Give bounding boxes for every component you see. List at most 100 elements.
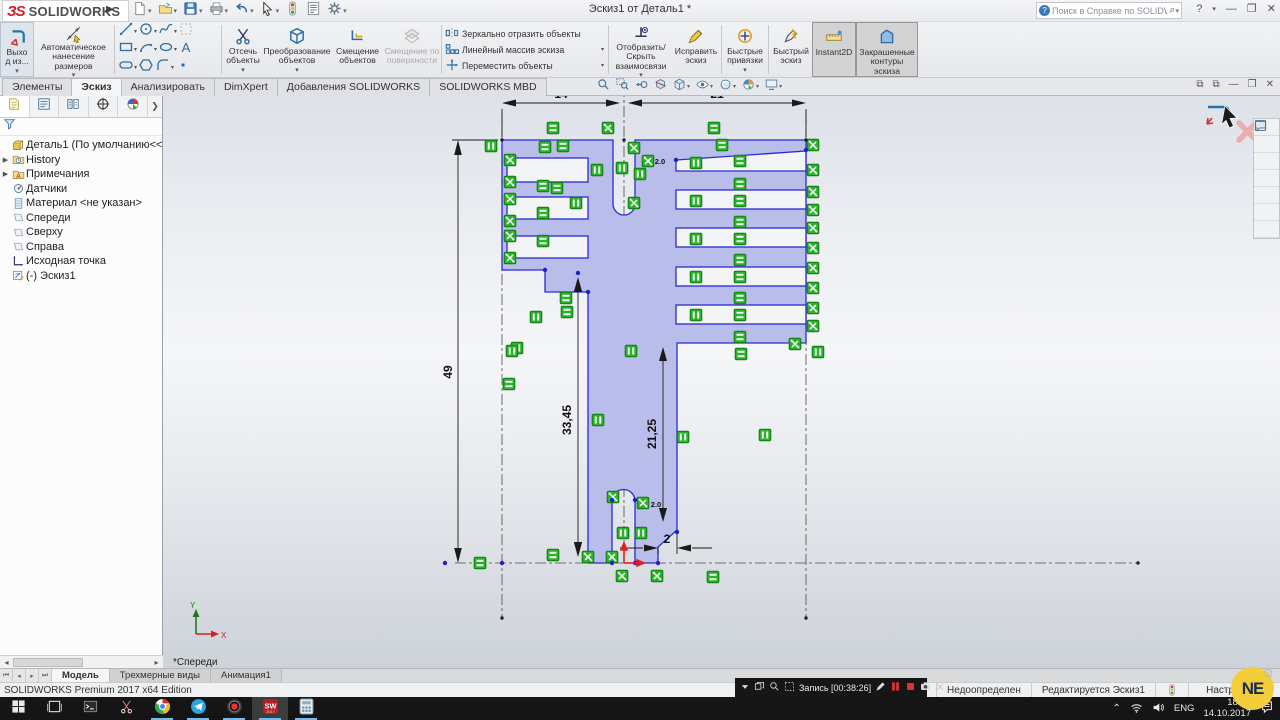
panel-tab-dimxpertmanager[interactable]	[89, 96, 119, 117]
tab-nav-prev-icon[interactable]: ◂	[13, 669, 26, 682]
taskpane-forum-button[interactable]	[1254, 221, 1279, 238]
constraint-coincident-icon[interactable]	[628, 142, 640, 154]
taskpane-design-library-button[interactable]	[1254, 136, 1279, 153]
model-tab-Трехмерные виды[interactable]: Трехмерные виды	[110, 669, 211, 682]
zoom-area-button[interactable]	[616, 78, 629, 96]
endpoint[interactable]	[500, 616, 503, 619]
sketch-point[interactable]	[610, 498, 614, 502]
constraint-vertical-icon[interactable]	[759, 429, 771, 441]
constraint-vertical-icon[interactable]	[690, 195, 702, 207]
constraint-vertical-icon[interactable]	[485, 140, 497, 152]
new-file-button[interactable]: ▾	[130, 1, 154, 21]
hide-show-items-button[interactable]: ▾	[696, 78, 713, 96]
file-properties-button[interactable]	[304, 1, 323, 21]
view-settings-button[interactable]: ▾	[765, 78, 782, 96]
constraint-vertical-icon[interactable]	[690, 233, 702, 245]
taskbar-snip-button[interactable]	[108, 697, 144, 720]
panel-horizontal-scrollbar[interactable]: ◂ ▸	[0, 655, 163, 668]
tree-item-Исходная-точка[interactable]: Исходная точка	[0, 254, 162, 269]
sketch-point[interactable]	[543, 268, 547, 272]
select-cursor-button[interactable]: ▾	[258, 1, 282, 21]
endpoint[interactable]	[804, 138, 807, 141]
taskpane-file-explorer-button[interactable]	[1254, 153, 1279, 170]
scene-button[interactable]: ▾	[742, 78, 759, 96]
sketch-point[interactable]	[633, 498, 637, 502]
constraint-coincident-icon[interactable]	[602, 122, 614, 134]
taskbar-cmd-button[interactable]	[72, 697, 108, 720]
instant2d-button[interactable]: Instant2D	[812, 22, 856, 77]
constraint-horizontal-icon[interactable]	[557, 140, 569, 152]
shaded-sketch-contours-button[interactable]: Закрашенные контуры эскиза	[856, 22, 918, 77]
recorder-camera-icon[interactable]	[920, 679, 931, 697]
model-tab-Модель[interactable]: Модель	[52, 669, 110, 682]
tab-nav-next-icon[interactable]: ▸	[26, 669, 39, 682]
constraint-horizontal-icon[interactable]	[734, 178, 746, 190]
tree-item-Материал-не-указан-[interactable]: Материал <не указан>	[0, 196, 162, 211]
sketch-point[interactable]	[804, 148, 808, 152]
constraint-vertical-icon[interactable]	[592, 414, 604, 426]
recorder-close-icon[interactable]	[935, 679, 945, 697]
constraint-coincident-icon[interactable]	[504, 176, 516, 188]
constraint-vertical-icon[interactable]	[530, 311, 542, 323]
endpoint[interactable]	[804, 616, 807, 619]
constraint-coincident-icon[interactable]	[807, 282, 819, 294]
taskbar-calculator-button[interactable]	[288, 697, 324, 720]
restore-button[interactable]: ❐	[1247, 2, 1257, 15]
constraint-horizontal-icon[interactable]	[734, 233, 746, 245]
doc-restore-button[interactable]: ❐	[1248, 79, 1257, 90]
tree-item-Справа[interactable]: Справа	[0, 240, 162, 255]
doc-minimize-button[interactable]: —	[1229, 79, 1239, 90]
constraint-horizontal-icon[interactable]	[474, 557, 486, 569]
endpoint[interactable]	[622, 138, 625, 141]
panel-tab-configurationmanager[interactable]	[59, 96, 89, 117]
constraint-horizontal-icon[interactable]	[537, 180, 549, 192]
endpoint[interactable]	[1136, 561, 1139, 564]
language-indicator[interactable]: ENG	[1174, 703, 1195, 714]
close-button[interactable]: ✕	[1267, 2, 1276, 15]
tree-item-Примечания[interactable]: ▶AПримечания	[0, 167, 162, 182]
move-entities-button[interactable]: Переместить объекты ▾	[443, 58, 607, 74]
constraint-horizontal-icon[interactable]	[503, 378, 515, 390]
doc-close-button[interactable]: ✕	[1266, 79, 1274, 90]
edit-appearance-button[interactable]: ▾	[719, 78, 736, 96]
convert-entities-button[interactable]: Преобразование объектов ▾	[263, 22, 331, 77]
constraint-coincident-icon[interactable]	[628, 197, 640, 209]
linear-pattern-button[interactable]: Линейный массив эскиза ▾	[443, 42, 607, 58]
panel-tab-propertymanager[interactable]	[30, 96, 60, 117]
save-button[interactable]: ▾	[181, 1, 205, 21]
endpoint[interactable]	[500, 138, 503, 141]
constraint-horizontal-icon[interactable]	[735, 348, 747, 360]
taskbar-recorder-button[interactable]	[216, 697, 252, 720]
constraint-horizontal-icon[interactable]	[539, 141, 551, 153]
taskbar-chrome-button[interactable]	[144, 697, 180, 720]
recorder-magnifier-icon[interactable]	[769, 679, 780, 697]
tree-item-Сверху[interactable]: Сверху	[0, 225, 162, 240]
open-file-button[interactable]: ▾	[156, 1, 180, 21]
minimize-button[interactable]: —	[1226, 3, 1237, 15]
mirror-entities-button[interactable]: Зеркально отразить объекты	[443, 26, 607, 42]
constraint-coincident-icon[interactable]	[807, 320, 819, 332]
constraint-horizontal-icon[interactable]	[734, 271, 746, 283]
constraint-vertical-icon[interactable]	[625, 345, 637, 357]
display-style-button[interactable]: ▾	[673, 78, 690, 96]
constraint-coincident-icon[interactable]	[504, 215, 516, 227]
model-tab-Анимация1[interactable]: Анимация1	[211, 669, 282, 682]
offset-entities-button[interactable]: Смещение объектов	[331, 22, 384, 77]
taskbar-task-view-button[interactable]	[36, 697, 72, 720]
menu-flyout-arrow[interactable]: ▶	[106, 4, 114, 15]
left-slot-1[interactable]	[507, 158, 588, 182]
constraint-horizontal-icon[interactable]	[734, 254, 746, 266]
sketch-viewport[interactable]: 14 21 49 33,45 21,25 2 2.0 2.0 Y	[163, 96, 1280, 668]
constraint-vertical-icon[interactable]	[677, 431, 689, 443]
taskbar-telegram-button[interactable]	[180, 697, 216, 720]
constraint-vertical-icon[interactable]	[591, 164, 603, 176]
tab-nav-first-icon[interactable]: ⏮	[0, 669, 13, 682]
sketch-tool-slot-button[interactable]: ▾	[118, 57, 137, 78]
taskbar-solidworks-button[interactable]: SW2017	[252, 697, 288, 720]
overlay-gear-icon[interactable]: ⚙	[1263, 666, 1274, 680]
constraint-horizontal-icon[interactable]	[734, 216, 746, 228]
panel-expand-icon[interactable]: ❯	[148, 96, 162, 117]
help-search[interactable]: ? ⌕ ▾	[1036, 2, 1182, 19]
command-tab-DimXpert[interactable]: DimXpert	[214, 78, 278, 96]
taskbar-start-button[interactable]	[0, 697, 36, 720]
